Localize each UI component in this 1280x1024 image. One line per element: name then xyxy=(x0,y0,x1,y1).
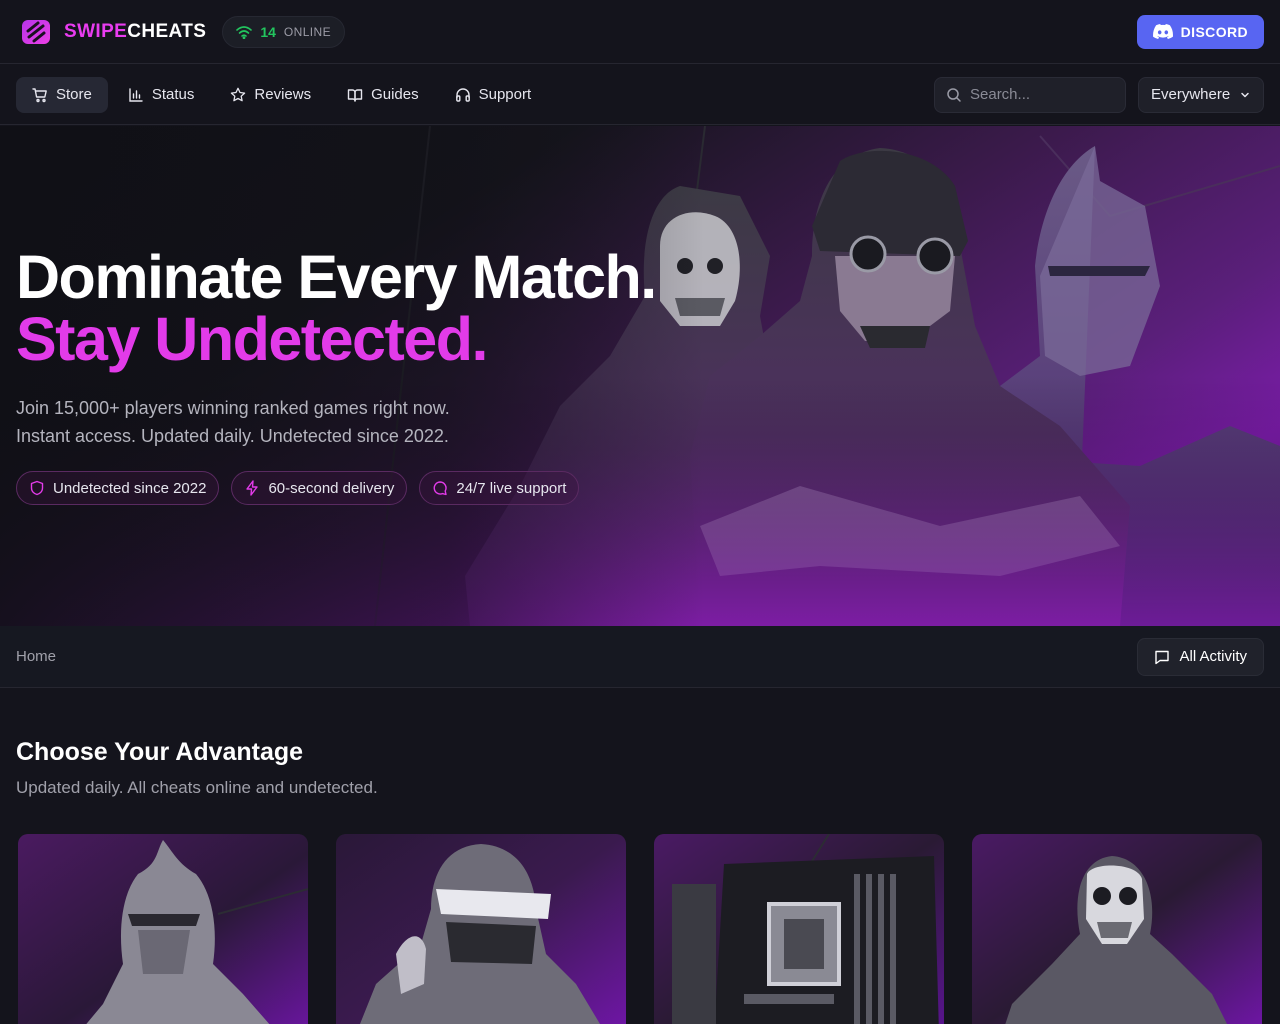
chevron-down-icon xyxy=(1241,92,1249,97)
nav-item-status[interactable]: Status xyxy=(112,77,211,113)
nav-item-reviews[interactable]: Reviews xyxy=(214,77,327,113)
hero-title: Dominate Every Match. xyxy=(16,243,657,311)
feature-badge-undetected: Undetected since 2022 xyxy=(16,471,220,505)
nav-label-status: Status xyxy=(151,86,195,103)
nav-label-guides: Guides xyxy=(371,86,419,103)
feature-badge-delivery: 60-second delivery xyxy=(231,471,408,505)
wifi-icon xyxy=(236,25,253,39)
search-scope-select[interactable]: Everywhere xyxy=(1138,76,1264,113)
hero-subtitle: Join 15,000+ players winning ranked game… xyxy=(16,394,656,450)
chat-square-icon xyxy=(1155,650,1170,664)
product-card[interactable] xyxy=(972,834,1262,1024)
nav-item-guides[interactable]: Guides xyxy=(331,77,435,113)
star-icon xyxy=(231,87,246,101)
soldier-visor-character-image xyxy=(336,834,626,1024)
feature-label-undetected: Undetected since 2022 xyxy=(53,479,207,497)
search-input[interactable] xyxy=(970,86,1110,103)
discord-label: DISCORD xyxy=(1180,23,1248,40)
brand-logo[interactable]: SWIPECHEATS xyxy=(20,16,206,48)
feature-badge-support: 24/7 live support xyxy=(419,471,580,505)
feature-badges: Undetected since 2022 60-second delivery… xyxy=(16,471,580,505)
discord-icon xyxy=(1152,24,1173,39)
section-subtitle: Updated daily. All cheats online and und… xyxy=(16,778,378,797)
top-bar: SWIPECHEATS 14 ONLINE DISCORD xyxy=(0,0,1280,64)
nav-item-store[interactable]: Store xyxy=(16,76,108,113)
brand-part-1: SWIPE xyxy=(64,20,128,42)
hero-text: Dominate Every Match. Stay Undetected. J… xyxy=(16,243,657,450)
cart-icon xyxy=(32,87,47,102)
brand-part-2: CHEATS xyxy=(127,20,207,42)
breadcrumb-home[interactable]: Home xyxy=(16,648,56,665)
all-activity-button[interactable]: All Activity xyxy=(1137,637,1264,676)
brand-name: SWIPECHEATS xyxy=(64,21,206,43)
product-card[interactable] xyxy=(336,834,626,1024)
skull-mask-soldier-image xyxy=(972,834,1262,1024)
search-box[interactable] xyxy=(934,76,1126,113)
nav-label-store: Store xyxy=(56,86,92,103)
knight-character-image xyxy=(18,834,308,1024)
nav-label-support: Support xyxy=(478,86,532,103)
online-label: ONLINE xyxy=(283,24,331,39)
online-status-pill: 14 ONLINE xyxy=(222,15,345,48)
product-card[interactable] xyxy=(654,834,944,1024)
section-title: Choose Your Advantage xyxy=(16,738,304,766)
hero-subtitle-line-2: Instant access. Updated daily. Undetecte… xyxy=(16,426,449,446)
lightning-icon xyxy=(246,480,259,496)
nav-label-reviews: Reviews xyxy=(254,86,312,103)
book-icon xyxy=(347,88,363,102)
hero-title-accent: Stay Undetected. xyxy=(16,305,488,373)
search-icon xyxy=(947,87,961,102)
chat-bubble-icon xyxy=(433,481,448,496)
hero-subtitle-line-1: Join 15,000+ players winning ranked game… xyxy=(16,398,450,418)
nav-item-support[interactable]: Support xyxy=(439,77,548,113)
shield-icon xyxy=(30,480,44,496)
feature-label-delivery: 60-second delivery xyxy=(268,479,395,497)
headphones-icon xyxy=(455,87,470,102)
discord-button[interactable]: DISCORD xyxy=(1136,14,1264,49)
feature-label-support: 24/7 live support xyxy=(456,479,567,497)
all-activity-label: All Activity xyxy=(1179,648,1247,665)
main-nav: Store Status Reviews Guides Support Ever… xyxy=(0,65,1280,125)
bar-chart-icon xyxy=(129,87,143,102)
stacked-bars-logo-icon xyxy=(22,19,50,44)
product-card[interactable] xyxy=(18,834,308,1024)
hero-banner: Dominate Every Match. Stay Undetected. J… xyxy=(0,126,1280,626)
product-cards xyxy=(18,834,1262,1024)
online-count: 14 xyxy=(260,23,276,40)
breadcrumb-bar: Home All Activity xyxy=(0,626,1280,688)
motherboard-image xyxy=(654,834,944,1024)
search-scope-value: Everywhere xyxy=(1151,86,1231,103)
